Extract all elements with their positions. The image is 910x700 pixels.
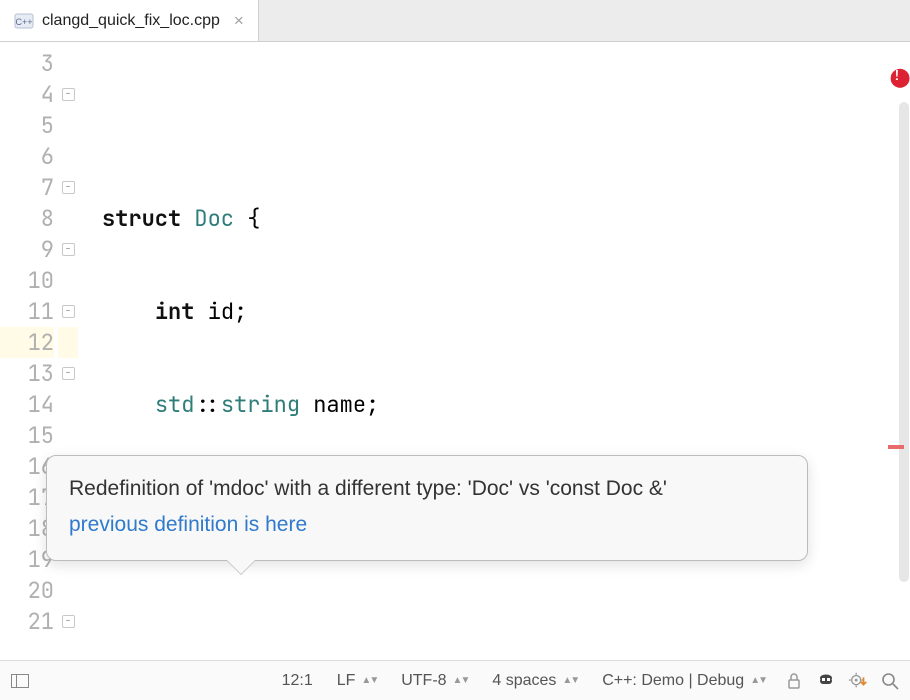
fold-toggle-icon[interactable]: − bbox=[62, 367, 75, 380]
line-number: 7 bbox=[0, 172, 54, 203]
tooltip-message: Redefinition of 'mdoc' with a different … bbox=[69, 474, 785, 504]
code-line: std::string name; bbox=[102, 389, 888, 420]
editor-tab-active[interactable]: C++ clangd_quick_fix_loc.cpp × bbox=[0, 0, 259, 41]
fold-toggle-icon[interactable]: − bbox=[62, 615, 75, 628]
line-number: 21 bbox=[0, 606, 54, 637]
fold-toggle-icon[interactable]: − bbox=[62, 181, 75, 194]
line-number-gutter: 3456789101112131415161718192021 bbox=[0, 42, 58, 660]
line-number: 10 bbox=[0, 265, 54, 296]
fold-toggle-icon[interactable]: − bbox=[62, 305, 75, 318]
line-number: 20 bbox=[0, 575, 54, 606]
code-line: int id; bbox=[102, 296, 888, 327]
cursor-position[interactable]: 12:1 bbox=[276, 672, 319, 690]
error-stripe[interactable]: ⬤! bbox=[888, 42, 910, 660]
tab-filename: clangd_quick_fix_loc.cpp bbox=[42, 12, 220, 30]
line-number: 15 bbox=[0, 420, 54, 451]
svg-text:C++: C++ bbox=[15, 17, 32, 27]
line-number: 3 bbox=[0, 48, 54, 79]
code-content[interactable]: struct Doc { int id; std::string name; }… bbox=[78, 42, 888, 660]
line-number: 4 bbox=[0, 79, 54, 110]
code-line bbox=[102, 575, 888, 606]
line-number: 12 bbox=[0, 327, 54, 358]
indent-selector[interactable]: 4 spaces▲▼ bbox=[486, 672, 584, 690]
line-number: 13 bbox=[0, 358, 54, 389]
close-tab-icon[interactable]: × bbox=[234, 11, 244, 31]
editor-tabbar: C++ clangd_quick_fix_loc.cpp × bbox=[0, 0, 910, 42]
line-separator-selector[interactable]: LF▲▼ bbox=[331, 672, 383, 690]
status-bar: 12:1 LF▲▼ UTF-8▲▼ 4 spaces▲▼ C++: Demo |… bbox=[0, 660, 910, 700]
tool-window-icon[interactable] bbox=[10, 671, 30, 691]
line-number: 9 bbox=[0, 234, 54, 265]
cpp-filetype-icon: C++ bbox=[14, 11, 34, 31]
scrollbar-thumb[interactable] bbox=[899, 102, 909, 582]
tooltip-callout-icon bbox=[227, 560, 255, 574]
line-number: 8 bbox=[0, 203, 54, 234]
search-icon[interactable] bbox=[880, 671, 900, 691]
error-tooltip: Redefinition of 'mdoc' with a different … bbox=[46, 455, 808, 561]
fold-toggle-icon[interactable]: − bbox=[62, 243, 75, 256]
line-number: 14 bbox=[0, 389, 54, 420]
settings-update-icon[interactable] bbox=[848, 671, 868, 691]
tooltip-link[interactable]: previous definition is here bbox=[69, 510, 785, 540]
line-number: 5 bbox=[0, 110, 54, 141]
readonly-lock-icon[interactable] bbox=[784, 671, 804, 691]
code-line: struct Doc { bbox=[102, 203, 888, 234]
error-marker[interactable] bbox=[888, 445, 904, 449]
encoding-selector[interactable]: UTF-8▲▼ bbox=[395, 672, 474, 690]
inspector-icon[interactable] bbox=[816, 671, 836, 691]
error-summary-icon[interactable]: ⬤! bbox=[890, 62, 910, 93]
run-config-selector[interactable]: C++: Demo | Debug▲▼ bbox=[596, 672, 772, 690]
line-number: 6 bbox=[0, 141, 54, 172]
fold-toggle-icon[interactable]: − bbox=[62, 88, 75, 101]
line-number: 11 bbox=[0, 296, 54, 327]
fold-column: − − − − − − bbox=[58, 42, 78, 660]
code-line bbox=[102, 110, 888, 141]
code-editor[interactable]: 3456789101112131415161718192021 − − − − … bbox=[0, 42, 910, 660]
